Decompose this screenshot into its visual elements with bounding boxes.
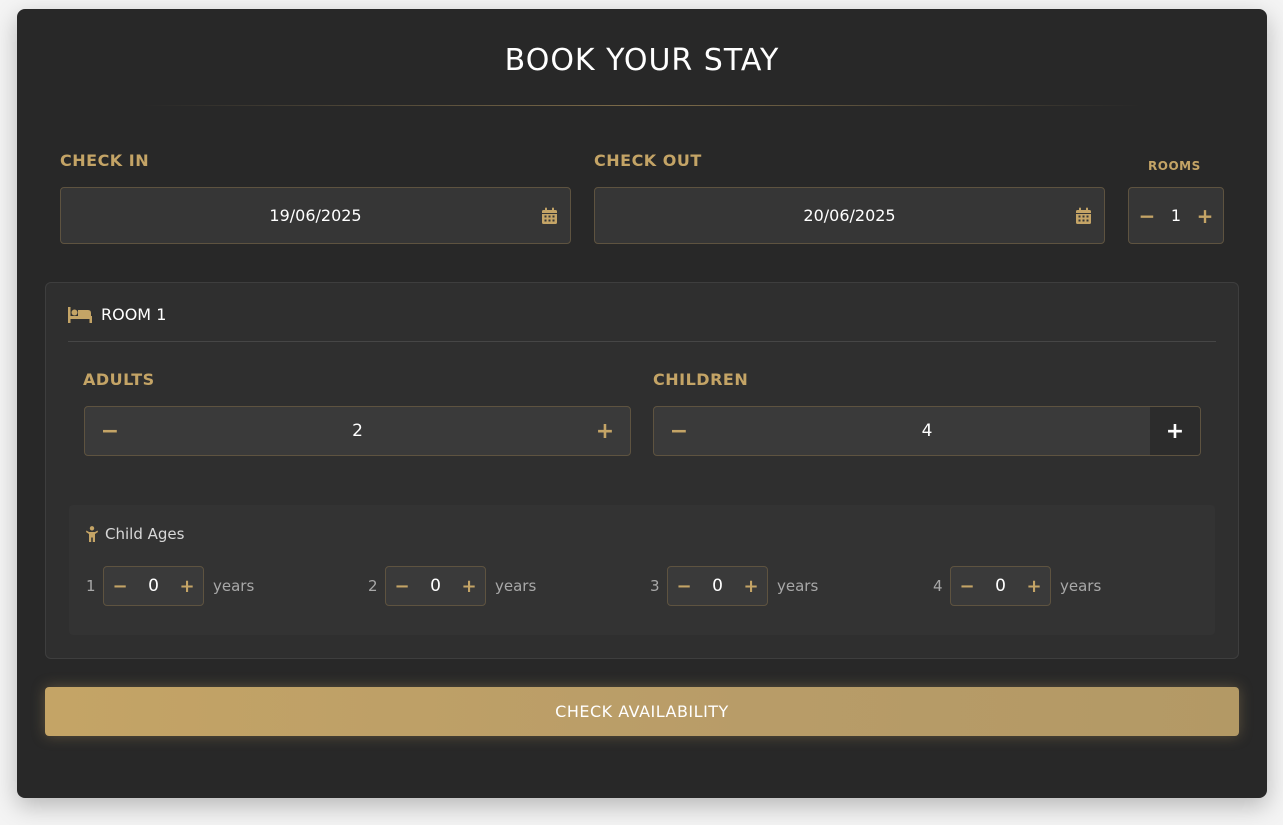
child-age-index: 2 (368, 577, 378, 595)
adults-value: 2 (352, 421, 363, 441)
calendar-icon[interactable] (1075, 207, 1092, 225)
child-ages-label: Child Ages (105, 525, 185, 543)
room-title: ROOM 1 (101, 305, 167, 324)
check-availability-button[interactable]: CHECK AVAILABILITY (45, 687, 1239, 736)
child-age-value: 0 (712, 576, 723, 596)
child-age-item: 4 − 0 + years (933, 566, 1101, 606)
child-age-value: 0 (430, 576, 441, 596)
child-icon (86, 526, 98, 542)
room-header: ROOM 1 (68, 305, 166, 324)
adults-stepper: − 2 + (84, 406, 631, 456)
calendar-icon[interactable] (541, 207, 558, 225)
child-ages-panel: Child Ages 1 − 0 + years 2 − 0 + years 3… (69, 505, 1215, 635)
child-age-decrement-button[interactable]: − (959, 576, 975, 597)
check-out-value: 20/06/2025 (803, 206, 896, 225)
rooms-value: 1 (1170, 206, 1182, 225)
booking-card: BOOK YOUR STAY CHECK IN 19/06/2025 CHECK… (17, 9, 1267, 798)
bed-icon (68, 306, 92, 323)
child-age-index: 3 (650, 577, 660, 595)
children-value: 4 (921, 421, 933, 441)
child-age-item: 2 − 0 + years (368, 566, 536, 606)
child-age-decrement-button[interactable]: − (676, 576, 692, 597)
child-ages-header: Child Ages (86, 525, 184, 543)
room-divider (68, 341, 1216, 342)
children-label: CHILDREN (653, 370, 749, 389)
child-age-item: 1 − 0 + years (86, 566, 254, 606)
child-age-increment-button[interactable]: + (461, 576, 477, 597)
check-out-field[interactable]: 20/06/2025 (594, 187, 1105, 244)
title-divider (142, 105, 1142, 106)
child-age-unit: years (495, 577, 537, 595)
child-age-unit: years (777, 577, 819, 595)
children-decrement-button[interactable]: − (654, 407, 704, 455)
check-out-label: CHECK OUT (594, 151, 702, 170)
child-age-increment-button[interactable]: + (179, 576, 195, 597)
child-age-increment-button[interactable]: + (743, 576, 759, 597)
child-age-stepper: − 0 + (950, 566, 1051, 606)
children-stepper: − 4 + (653, 406, 1201, 456)
child-age-index: 4 (933, 577, 943, 595)
child-age-unit: years (213, 577, 255, 595)
child-age-stepper: − 0 + (385, 566, 486, 606)
child-age-stepper: − 0 + (667, 566, 768, 606)
check-in-value: 19/06/2025 (269, 206, 362, 225)
child-age-stepper: − 0 + (103, 566, 204, 606)
child-age-unit: years (1060, 577, 1102, 595)
rooms-label: ROOMS (1148, 159, 1201, 173)
child-age-item: 3 − 0 + years (650, 566, 818, 606)
child-age-decrement-button[interactable]: − (112, 576, 128, 597)
child-age-index: 1 (86, 577, 96, 595)
check-in-label: CHECK IN (60, 151, 150, 170)
room-panel: ROOM 1 ADULTS − 2 + CHILDREN − 4 + Child… (45, 282, 1239, 659)
child-age-decrement-button[interactable]: − (394, 576, 410, 597)
rooms-increment-button[interactable]: + (1193, 204, 1217, 228)
page-title: BOOK YOUR STAY (504, 43, 780, 78)
child-age-value: 0 (995, 576, 1006, 596)
child-age-value: 0 (148, 576, 159, 596)
rooms-stepper: − 1 + (1128, 187, 1224, 244)
adults-increment-button[interactable]: + (580, 407, 630, 455)
children-increment-button[interactable]: + (1150, 407, 1200, 455)
rooms-decrement-button[interactable]: − (1135, 204, 1159, 228)
check-in-field[interactable]: 19/06/2025 (60, 187, 571, 244)
adults-label: ADULTS (83, 370, 155, 389)
child-age-increment-button[interactable]: + (1026, 576, 1042, 597)
adults-decrement-button[interactable]: − (85, 407, 135, 455)
